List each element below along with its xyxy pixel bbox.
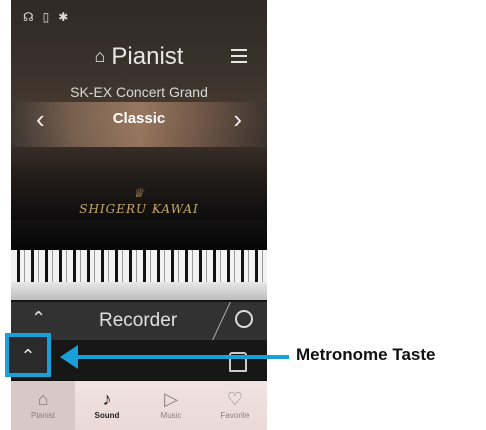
piano-icon: ⌂ — [37, 389, 49, 409]
menu-icon[interactable] — [231, 45, 247, 67]
piano-keyboard — [11, 250, 267, 300]
status-bar: ☊ ▯ ✱ — [23, 10, 68, 24]
headphone-icon: ☊ — [23, 10, 34, 24]
callout-label: Metronome Taste — [296, 345, 436, 364]
divider — [212, 302, 231, 340]
tab-label: Sound — [94, 411, 120, 420]
piano-model: SK-EX Concert Grand — [70, 84, 208, 100]
tab-pianist[interactable]: ⌂ Pianist — [11, 381, 75, 430]
tab-sound[interactable]: ♪ Sound — [75, 381, 139, 430]
tab-favorite[interactable]: ♡ Favorite — [203, 381, 267, 430]
callout-line — [70, 355, 289, 359]
fallboard — [11, 220, 267, 250]
brand-emblem-icon: ♕ — [133, 186, 145, 200]
tab-label: Music — [160, 411, 182, 420]
play-icon: ▷ — [164, 389, 178, 409]
tab-music[interactable]: ▷ Music — [139, 381, 203, 430]
next-genre-button[interactable]: › — [233, 104, 242, 135]
bluetooth-icon: ✱ — [58, 10, 69, 24]
tab-bar: ⌂ Pianist ♪ Sound ▷ Music ♡ Favorite — [11, 381, 267, 430]
genre-label: Classic — [112, 110, 166, 127]
record-icon[interactable] — [235, 310, 253, 328]
music-note-icon: ♪ — [102, 389, 112, 409]
callout-arrow-icon — [60, 345, 78, 369]
heart-icon: ♡ — [226, 389, 244, 409]
usb-icon: ▯ — [42, 10, 50, 24]
piano-brand-logo: ♕ SHIGERU KAWAI — [11, 186, 267, 216]
metronome-toggle-button[interactable]: ⌃ — [5, 333, 51, 377]
piano-icon: ⌂ — [94, 46, 106, 66]
chevron-up-icon[interactable]: ⌃ — [31, 308, 46, 329]
brand-text: SHIGERU KAWAI — [79, 202, 199, 216]
app-header: ⌂ Pianist — [11, 43, 267, 71]
recorder-label: Recorder — [99, 310, 178, 331]
chevron-up-icon: ⌃ — [20, 346, 36, 366]
app-title: Pianist — [111, 43, 184, 70]
tab-label: Pianist — [30, 411, 55, 420]
tab-label: Favorite — [220, 411, 250, 420]
